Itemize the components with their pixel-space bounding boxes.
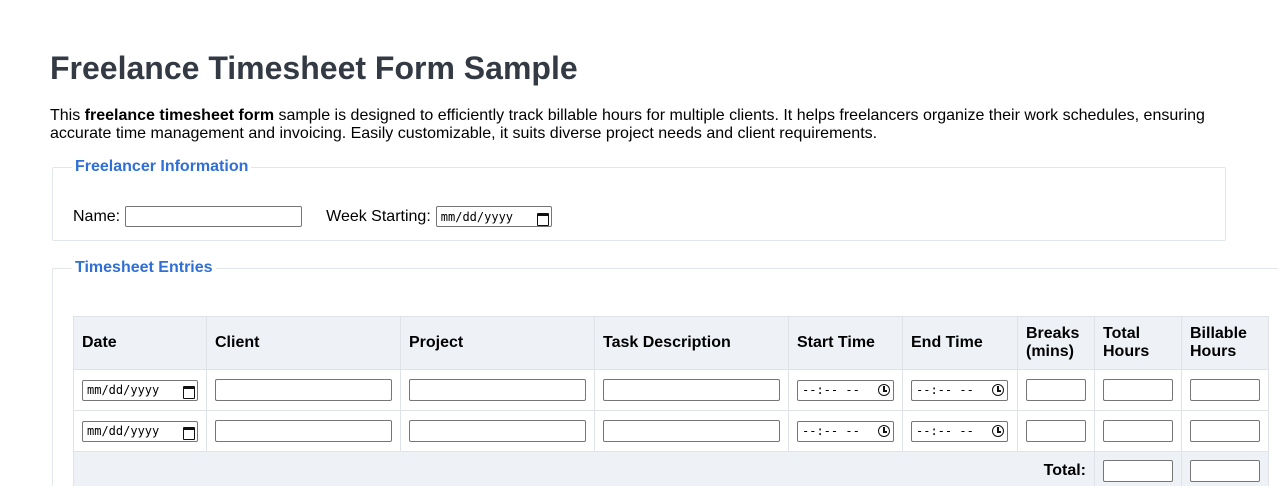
date-cell: mm/dd/yyyy (73, 410, 207, 452)
billable-hours-cell (1181, 410, 1269, 452)
task-description-input[interactable] (603, 420, 780, 442)
date-cell: mm/dd/yyyy (73, 369, 207, 411)
table-total-row: Total: (73, 451, 1269, 486)
header-total-hours: Total Hours (1094, 316, 1182, 370)
table-header-row: Date Client Project Task Description Sta… (73, 316, 1269, 370)
name-input[interactable] (125, 206, 303, 227)
end-time-text: --:-- -- (916, 383, 974, 397)
start-time-text: --:-- -- (802, 383, 860, 397)
total-billable-sum-cell (1181, 451, 1269, 486)
week-starting-date-input[interactable]: mm/dd/yyyy (435, 206, 552, 227)
intro-paragraph: This freelance timesheet form sample is … (50, 107, 1230, 143)
total-billable-sum-input[interactable] (1190, 459, 1260, 482)
billable-hours-input[interactable] (1190, 420, 1260, 442)
calendar-icon[interactable] (182, 384, 195, 399)
header-date: Date (73, 316, 207, 370)
start-time-input[interactable]: --:-- -- (797, 379, 894, 401)
end-time-text: --:-- -- (916, 424, 974, 438)
project-cell (400, 410, 595, 452)
billable-hours-cell (1181, 369, 1269, 411)
total-hours-sum-input[interactable] (1103, 459, 1173, 482)
table-row: mm/dd/yyyy --:-- -- --:-- -- (73, 369, 1269, 411)
project-input[interactable] (409, 420, 586, 442)
intro-prefix: This (50, 107, 85, 124)
timesheet-table: Date Client Project Task Description Sta… (73, 316, 1269, 486)
date-input[interactable]: mm/dd/yyyy (82, 420, 198, 442)
task-description-input[interactable] (603, 379, 780, 401)
timesheet-entries-legend: Timesheet Entries (75, 259, 213, 276)
breaks-input[interactable] (1026, 379, 1086, 401)
intro-bold: freelance timesheet form (84, 107, 275, 124)
header-breaks: Breaks (mins) (1017, 316, 1095, 370)
timesheet-page: Freelance Timesheet Form Sample This fre… (0, 0, 1278, 486)
project-input[interactable] (409, 379, 586, 401)
header-end-time: End Time (902, 316, 1018, 370)
week-starting-date-text: mm/dd/yyyy (440, 209, 514, 224)
total-hours-cell (1094, 410, 1182, 452)
header-project: Project (400, 316, 595, 370)
start-time-cell: --:-- -- (788, 410, 903, 452)
clock-icon[interactable] (878, 384, 890, 396)
start-time-input[interactable]: --:-- -- (797, 420, 894, 442)
date-input-text: mm/dd/yyyy (87, 424, 160, 438)
table-row: mm/dd/yyyy --:-- -- --:-- -- (73, 410, 1269, 452)
freelancer-info-legend: Freelancer Information (75, 158, 249, 175)
total-hours-cell (1094, 369, 1182, 411)
name-label: Name: (73, 207, 121, 225)
client-cell (206, 369, 401, 411)
breaks-cell (1017, 369, 1095, 411)
calendar-icon[interactable] (536, 211, 549, 226)
header-task-description: Task Description (594, 316, 789, 370)
breaks-cell (1017, 410, 1095, 452)
client-input[interactable] (215, 420, 392, 442)
total-hours-sum-cell (1094, 451, 1182, 486)
clock-icon[interactable] (992, 425, 1004, 437)
header-client: Client (206, 316, 401, 370)
date-input-text: mm/dd/yyyy (87, 383, 160, 397)
total-hours-input[interactable] (1103, 379, 1173, 401)
calendar-icon[interactable] (182, 425, 195, 440)
client-input[interactable] (215, 379, 392, 401)
breaks-input[interactable] (1026, 420, 1086, 442)
date-input[interactable]: mm/dd/yyyy (82, 379, 198, 401)
page-title: Freelance Timesheet Form Sample (50, 50, 578, 86)
end-time-cell: --:-- -- (902, 410, 1018, 452)
end-time-cell: --:-- -- (902, 369, 1018, 411)
header-billable-hours: Billable Hours (1181, 316, 1269, 370)
header-start-time: Start Time (788, 316, 903, 370)
timesheet-entries-section: Timesheet Entries Date Client Project Ta… (52, 259, 1278, 486)
clock-icon[interactable] (878, 425, 890, 437)
billable-hours-input[interactable] (1190, 379, 1260, 401)
week-starting-label: Week Starting: (326, 207, 431, 225)
total-hours-input[interactable] (1103, 420, 1173, 442)
start-time-cell: --:-- -- (788, 369, 903, 411)
end-time-input[interactable]: --:-- -- (911, 420, 1008, 442)
task-cell (594, 410, 789, 452)
task-cell (594, 369, 789, 411)
freelancer-info-row: Name: Week Starting: mm/dd/yyyy (73, 206, 552, 227)
total-label: Total: (73, 451, 1095, 486)
project-cell (400, 369, 595, 411)
clock-icon[interactable] (992, 384, 1004, 396)
freelancer-info-section: Freelancer Information Name: Week Starti… (52, 158, 1226, 241)
end-time-input[interactable]: --:-- -- (911, 379, 1008, 401)
client-cell (206, 410, 401, 452)
start-time-text: --:-- -- (802, 424, 860, 438)
